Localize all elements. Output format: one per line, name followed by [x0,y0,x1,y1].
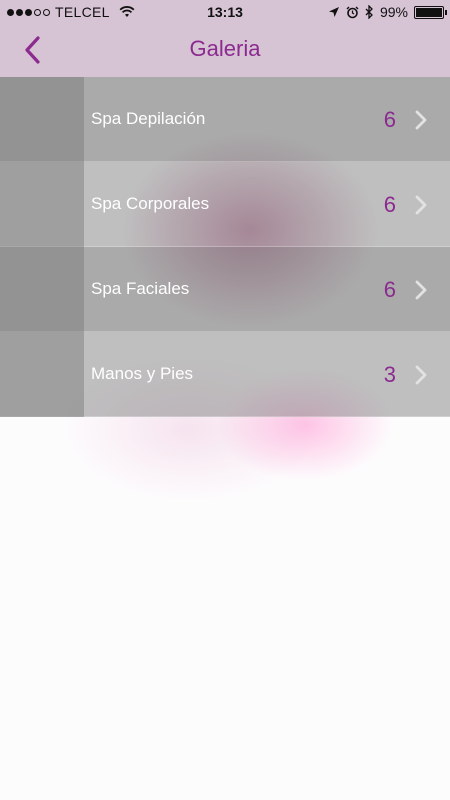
gallery-row-spa-corporales[interactable]: Spa Corporales 6 [0,162,450,247]
battery-percent: 99% [379,4,408,20]
chevron-right-icon [415,365,427,385]
location-arrow-icon [328,7,339,17]
page-title: Galeria [189,36,261,61]
row-count: 6 [383,107,396,132]
row-label: Spa Depilación [91,109,206,128]
row-thumbnail-area [0,162,84,247]
status-right: 99% [328,4,447,20]
row-thumbnail-area [0,247,84,332]
gallery-row-spa-depilacion[interactable]: Spa Depilación 6 [0,77,450,162]
row-count: 6 [383,277,396,302]
gallery-row-manos-y-pies[interactable]: Manos y Pies 3 [0,332,450,417]
row-count: 3 [383,362,396,387]
bluetooth-icon [365,5,373,19]
chevron-right-icon [415,110,427,130]
battery-icon [414,5,447,19]
row-label: Spa Faciales [91,279,190,298]
chevron-right-icon [415,195,427,215]
row-label: Manos y Pies [91,364,194,383]
row-thumbnail-area [0,332,84,417]
chevron-right-icon [415,280,427,300]
row-count: 6 [383,192,396,217]
row-thumbnail-area [0,77,84,162]
alarm-clock-icon [346,6,359,18]
header: TELCEL 13:13 99% Galeria [0,0,450,77]
gallery-list: Spa Depilación 6 Spa Corporales 6 Spa Fa… [0,77,450,417]
gallery-row-spa-faciales[interactable]: Spa Faciales 6 [0,247,450,332]
navigation-bar: Galeria [0,24,450,77]
row-label: Spa Corporales [91,194,210,213]
status-bar: TELCEL 13:13 99% [0,0,450,24]
